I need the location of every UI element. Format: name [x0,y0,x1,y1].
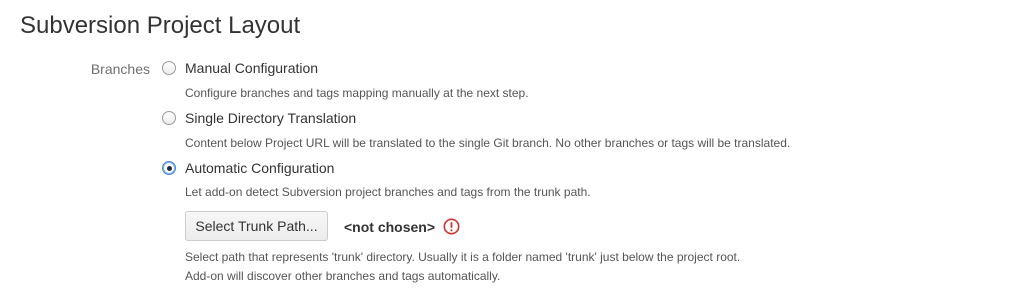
option-label-single-directory[interactable]: Single Directory Translation [185,109,356,127]
trunk-help-text-line-2: Add-on will discover other branches and … [185,269,501,283]
option-description-automatic: Let add-on detect Subversion project bra… [185,185,591,199]
select-trunk-path-button[interactable]: Select Trunk Path... [185,211,328,241]
radio-button-automatic[interactable] [162,161,176,175]
page-title: Subversion Project Layout [20,12,301,39]
radio-automatic-configuration[interactable]: Automatic Configuration [162,158,334,178]
option-description-single-directory: Content below Project URL will be transl… [185,136,791,150]
option-description-manual: Configure branches and tags mapping manu… [185,86,529,100]
trunk-path-value: <not chosen> [344,219,436,235]
radio-manual-configuration[interactable]: Manual Configuration [162,58,318,78]
option-label-automatic[interactable]: Automatic Configuration [185,159,334,177]
radio-button-manual[interactable] [162,61,176,75]
trunk-help-text-line-1: Select path that represents 'trunk' dire… [185,250,741,264]
error-icon [443,218,460,235]
radio-button-single-directory[interactable] [162,111,176,125]
radio-single-directory-translation[interactable]: Single Directory Translation [162,108,356,128]
option-label-manual[interactable]: Manual Configuration [185,59,318,77]
branches-label: Branches [90,61,150,77]
